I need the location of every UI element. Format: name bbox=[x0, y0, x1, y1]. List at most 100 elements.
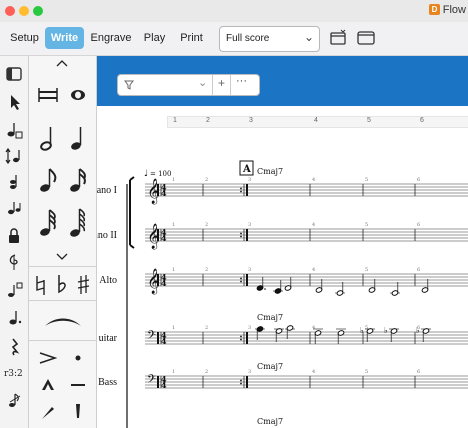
divider bbox=[29, 340, 96, 341]
bar-number: 3 bbox=[248, 325, 251, 331]
zoom-window-button[interactable] bbox=[33, 6, 43, 16]
bar-number: 6 bbox=[417, 222, 420, 228]
lock-icon[interactable] bbox=[4, 226, 24, 246]
sixteenth-note-icon[interactable] bbox=[63, 166, 93, 196]
bass-clef-icon: 𝄢 bbox=[147, 373, 156, 389]
bar-number: 6 bbox=[417, 177, 420, 183]
repeat-dot bbox=[163, 187, 165, 190]
bar-number: 5 bbox=[365, 177, 368, 183]
repeat-dot bbox=[163, 280, 165, 283]
galley-view-button[interactable] bbox=[326, 27, 350, 49]
repeat-dot bbox=[240, 190, 242, 193]
bar-number: 1 bbox=[172, 369, 175, 375]
tuplet-icon[interactable]: r3:2 bbox=[4, 362, 24, 382]
flat-accidental: ♭ bbox=[360, 326, 364, 335]
mode-engrave-button[interactable]: Engrave bbox=[88, 27, 134, 49]
grace-note-icon[interactable] bbox=[4, 198, 24, 218]
score-canvas: 𝄞 441 2 3 4 5 6𝄞 441 2 3 4 5 6𝄞 441 2 3 4 5 6𝄢 441 2 3 4 5 6𝄢 441… bbox=[126, 160, 468, 428]
quarter-note-icon[interactable] bbox=[63, 124, 93, 154]
divider bbox=[29, 266, 96, 267]
bar-number: 5 bbox=[365, 267, 368, 273]
app-logo-icon: D bbox=[429, 4, 440, 15]
chord-input-icon[interactable] bbox=[4, 172, 24, 192]
sharp-icon[interactable] bbox=[73, 270, 95, 300]
mode-play-button[interactable]: Play bbox=[138, 27, 171, 49]
repeat-dot bbox=[240, 235, 242, 238]
bar-number: 3 bbox=[248, 369, 251, 375]
force-duration-icon[interactable] bbox=[4, 280, 24, 300]
flat-icon[interactable] bbox=[51, 270, 73, 300]
mode-write-button[interactable]: Write bbox=[45, 27, 84, 49]
repeat-dot bbox=[163, 379, 165, 382]
close-window-button[interactable] bbox=[5, 6, 15, 16]
insert-mode-icon[interactable] bbox=[4, 146, 24, 166]
bar-number: 4 bbox=[312, 177, 315, 183]
repeat-dot bbox=[240, 338, 242, 341]
repeat-dot bbox=[163, 338, 165, 341]
chevron-down-icon[interactable] bbox=[47, 250, 77, 264]
select-tool-icon[interactable] bbox=[4, 92, 24, 112]
sixty-fourth-note-icon[interactable] bbox=[63, 208, 93, 238]
repeat-dot bbox=[163, 190, 165, 193]
panel-toggle-icon[interactable] bbox=[4, 64, 24, 84]
window-layout-icon bbox=[357, 31, 375, 45]
window-title: Flow bbox=[442, 4, 466, 16]
chevron-up-icon[interactable] bbox=[47, 56, 77, 70]
bar-number: 2 bbox=[205, 222, 208, 228]
divider bbox=[29, 300, 96, 301]
instrument-label[interactable]: ano II bbox=[97, 230, 117, 241]
pitch-before-duration-icon[interactable] bbox=[4, 252, 24, 272]
bar-number: 3 bbox=[248, 222, 251, 228]
layout-select-value: Full score bbox=[226, 33, 270, 44]
whole-note-icon[interactable] bbox=[63, 80, 93, 110]
repeat-dot bbox=[240, 187, 242, 190]
repeat-dot bbox=[163, 232, 165, 235]
bar-number: 2 bbox=[205, 369, 208, 375]
repeat-dot bbox=[240, 280, 242, 283]
instrument-label[interactable]: Bass bbox=[97, 377, 117, 388]
eighth-note-icon[interactable] bbox=[33, 166, 63, 196]
layout-select[interactable]: Full score ⌄ bbox=[219, 26, 320, 52]
repeat-dot bbox=[240, 382, 242, 385]
thirty-second-note-icon[interactable] bbox=[33, 208, 63, 238]
bar-number: 4 bbox=[312, 222, 315, 228]
bar-number: 6 bbox=[417, 267, 420, 273]
repeat-dot bbox=[240, 277, 242, 280]
instrument-label[interactable]: uitar bbox=[97, 333, 117, 344]
instrument-label[interactable]: Alto bbox=[97, 275, 117, 286]
note-input-icon[interactable] bbox=[4, 120, 24, 140]
slur-icon[interactable] bbox=[41, 306, 85, 336]
dotted-note-icon[interactable] bbox=[4, 308, 24, 328]
mode-toolbar: Setup Write Engrave Play Print Full scor… bbox=[0, 22, 468, 56]
instrument-label[interactable]: rano I bbox=[97, 185, 117, 196]
tempo-mark: = 100 bbox=[150, 170, 171, 178]
bar-number: 2 bbox=[205, 177, 208, 183]
bar-number: 5 bbox=[365, 369, 368, 375]
bar-number: 3 bbox=[248, 267, 251, 273]
repeat-dot bbox=[240, 379, 242, 382]
rest-icon[interactable] bbox=[4, 336, 24, 356]
double-whole-note-icon[interactable] bbox=[33, 80, 63, 110]
flat-accidental: ♭ bbox=[384, 326, 388, 335]
bar-number: 4 bbox=[312, 369, 315, 375]
bass-clef-icon: 𝄢 bbox=[147, 329, 156, 345]
rehearsal-mark: A bbox=[242, 164, 251, 175]
half-note-icon[interactable] bbox=[33, 124, 63, 154]
score-view[interactable]: ⌄ + ··· 123456 𝄞 4 4 1 2 3 4 5 6 𝄞 4 4 1 2 3 4 5 6 𝄞 4 4 1 2 3 4… bbox=[97, 56, 468, 428]
staff-bracket bbox=[129, 176, 135, 249]
galley-view-icon bbox=[330, 29, 346, 45]
mode-setup-button[interactable]: Setup bbox=[6, 27, 43, 49]
mode-print-button[interactable]: Print bbox=[175, 27, 208, 49]
stress-icon[interactable] bbox=[63, 396, 93, 426]
bar-number: 4 bbox=[312, 325, 315, 331]
svg-text:r3:2: r3:2 bbox=[4, 369, 23, 379]
minimize-window-button[interactable] bbox=[19, 6, 29, 16]
slash-grace-icon[interactable] bbox=[4, 390, 24, 410]
staccatissimo-icon[interactable] bbox=[33, 396, 63, 426]
window-layout-button[interactable] bbox=[354, 27, 378, 49]
repeat-dot bbox=[240, 335, 242, 338]
time-signature-denominator: 4 bbox=[161, 233, 167, 243]
natural-icon[interactable] bbox=[29, 270, 51, 300]
tempo-note-icon: ♩ bbox=[144, 169, 148, 179]
flat-accidental: ♭ bbox=[416, 326, 420, 335]
